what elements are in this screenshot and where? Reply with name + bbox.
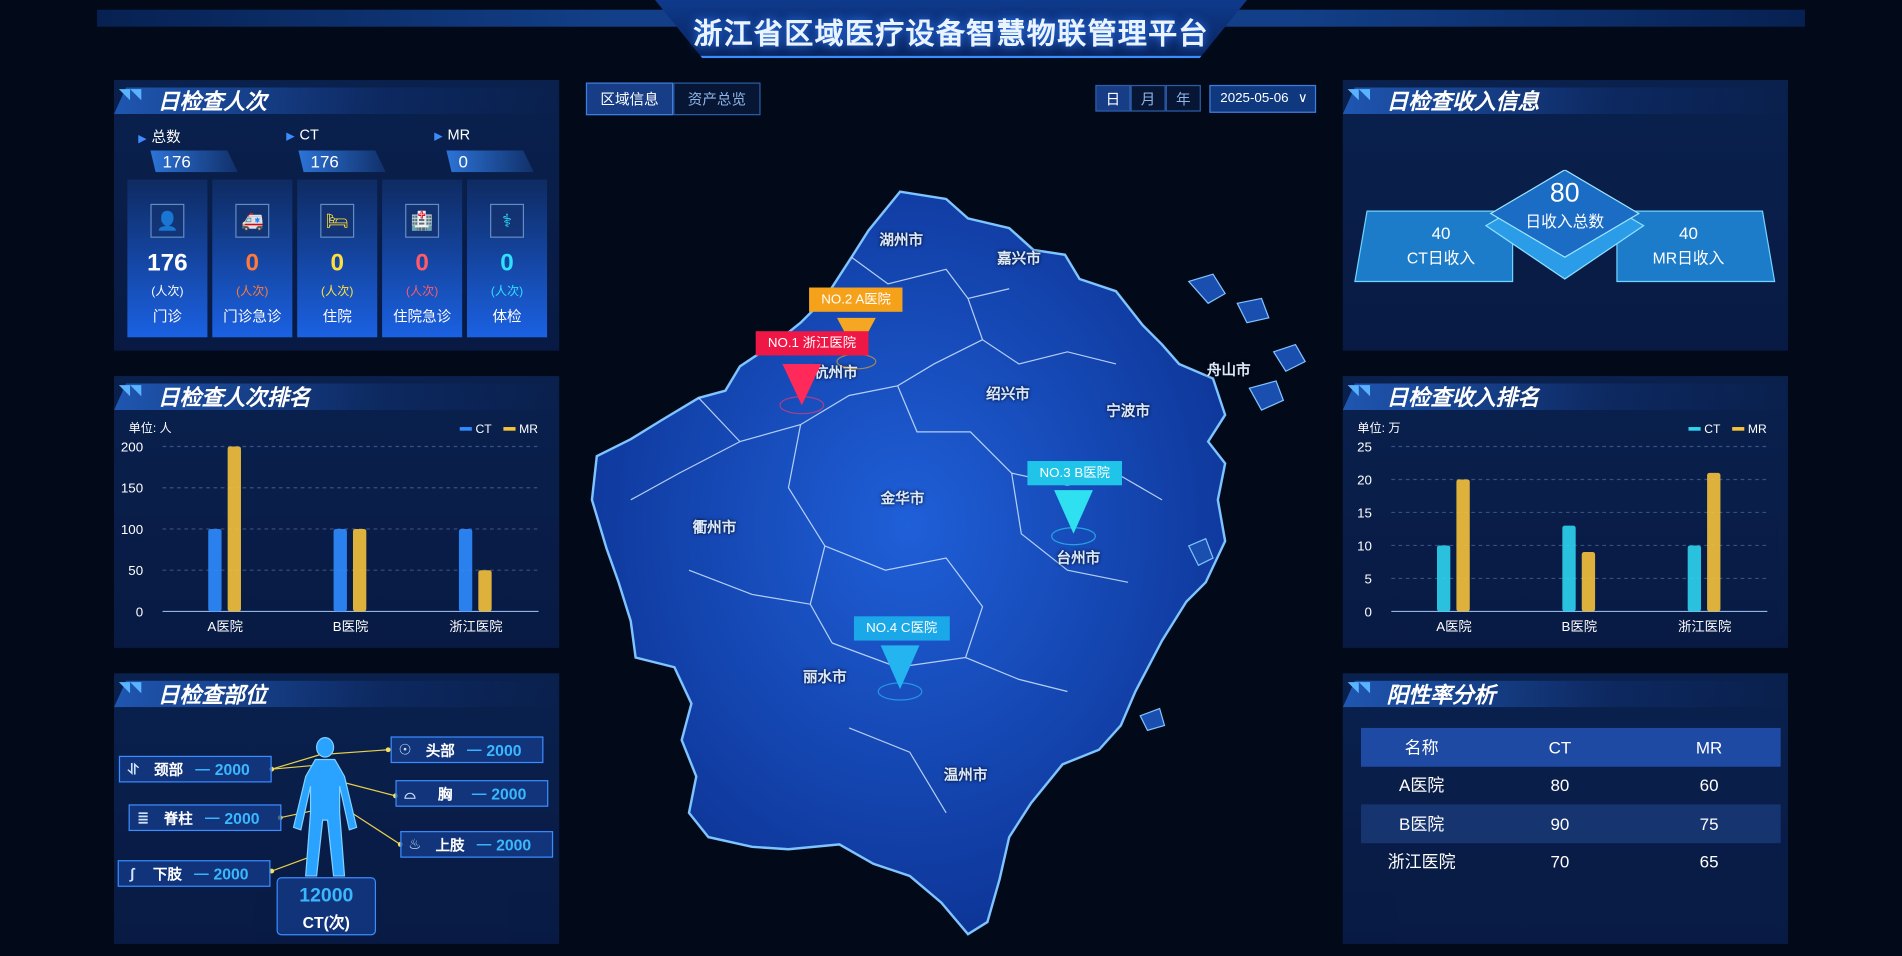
y-tick-label: 20 xyxy=(1357,472,1372,487)
x-tick-label: A医院 xyxy=(1436,619,1472,634)
marker-no1 xyxy=(779,363,825,415)
marker-no3 xyxy=(1051,490,1096,546)
income-mr-label: MR日收入 xyxy=(1652,248,1725,267)
bar-ct xyxy=(1437,545,1451,612)
chevron-marks-icon: ◥◥ xyxy=(1347,380,1371,398)
y-tick-label: 10 xyxy=(1357,538,1372,553)
x-tick-label: 浙江医院 xyxy=(1678,619,1731,634)
hospital-label-no1[interactable]: NO.1 浙江医院 xyxy=(755,331,869,356)
bar-mr xyxy=(1456,479,1470,612)
header-name: 名称 xyxy=(1404,737,1439,757)
income-mr: 40 MR日收入 xyxy=(1640,223,1737,268)
bar-mr xyxy=(1707,472,1721,612)
y-tick-label: 15 xyxy=(1357,505,1372,520)
income-ct: 40 CT日收入 xyxy=(1393,223,1490,268)
y-tick-label: 5 xyxy=(1364,571,1371,586)
header-ct: CT xyxy=(1548,737,1572,757)
bar-ct xyxy=(1687,545,1702,612)
table-row: A医院 80 60 xyxy=(1398,775,1719,795)
legend-label: MR xyxy=(1748,422,1767,436)
income-ct-label: CT日收入 xyxy=(1406,248,1476,267)
panel-title: ◥◥ 日检查收入排名 xyxy=(1342,376,1788,412)
income-total: 80 日收入总数 xyxy=(1503,177,1627,232)
table-row: 浙江医院 70 65 xyxy=(1387,851,1719,872)
x-tick-label: B医院 xyxy=(1562,619,1598,634)
income-total-label: 日收入总数 xyxy=(1525,212,1605,231)
legend-swatch xyxy=(1688,427,1701,431)
legend-swatch xyxy=(1732,427,1745,431)
income-total-value: 80 xyxy=(1549,177,1580,208)
positive-rate-table: 名称 CT MR A医院 80 60 B医院 90 75 浙江医院 70 65 xyxy=(1360,727,1781,881)
bar-ct xyxy=(1562,525,1576,612)
chart-unit-label: 单位: 万 xyxy=(1357,420,1400,435)
panel-title: ◥◥ 日检查收入信息 xyxy=(1342,80,1788,116)
bar-mr xyxy=(1581,552,1596,612)
y-tick-label: 0 xyxy=(1364,604,1371,619)
panel-title: ◥◥ 阳性率分析 xyxy=(1342,673,1788,709)
income-mr-value: 40 xyxy=(1679,223,1698,243)
income-ct-value: 40 xyxy=(1431,223,1451,243)
legend-label: CT xyxy=(1704,422,1721,436)
header-mr: MR xyxy=(1695,737,1723,757)
table-row: B医院 90 75 xyxy=(1360,804,1781,843)
chevron-marks-icon: ◥◥ xyxy=(1347,84,1371,102)
hospital-label-no2[interactable]: NO.2 A医院 xyxy=(809,287,904,312)
income-rank-chart: 单位: 万 CT MR 0 5 10 15 20 25 A医院 B医院 浙江医院 xyxy=(1357,420,1768,634)
chevron-marks-icon: ◥◥ xyxy=(1347,678,1371,696)
table-header-row: 名称 CT MR xyxy=(1360,727,1781,767)
y-tick-label: 25 xyxy=(1357,439,1372,454)
marker-no4 xyxy=(877,645,923,701)
hospital-label-no4[interactable]: NO.4 C医院 xyxy=(853,616,950,641)
hospital-label-no3[interactable]: NO.3 B医院 xyxy=(1027,461,1123,486)
